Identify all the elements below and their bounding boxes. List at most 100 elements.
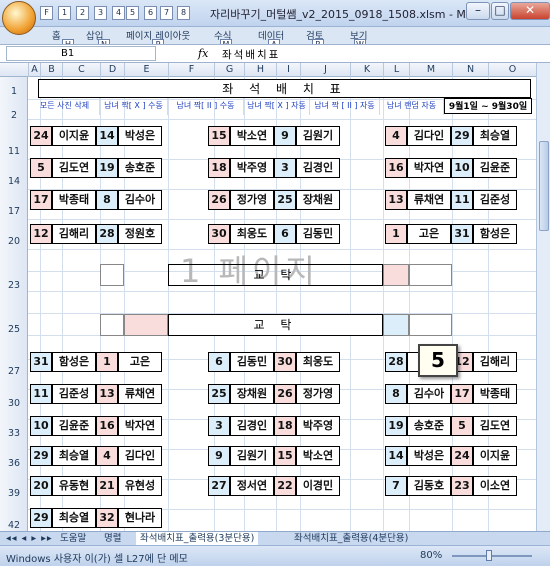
sheet-tab-help[interactable]: 도움말 bbox=[56, 532, 90, 546]
seat-number[interactable]: 11 bbox=[30, 384, 52, 404]
seat-number[interactable]: 13 bbox=[385, 190, 407, 210]
quick-access-key-1[interactable]: 1 bbox=[58, 6, 71, 20]
column-header[interactable]: M bbox=[409, 63, 452, 77]
student-name[interactable]: 정서연 bbox=[230, 476, 274, 496]
seat-number[interactable]: 5 bbox=[451, 416, 473, 436]
student-name[interactable]: 장채원 bbox=[296, 190, 340, 210]
student-name[interactable]: 김동민 bbox=[296, 224, 340, 244]
seat-number[interactable]: 18 bbox=[208, 158, 230, 178]
seat-number[interactable]: 9 bbox=[274, 126, 296, 146]
quick-access-key-3[interactable]: 3 bbox=[94, 6, 107, 20]
tab-home[interactable]: 홈 bbox=[52, 28, 61, 42]
student-name[interactable]: 고은 bbox=[407, 224, 451, 244]
sheet-tab-list[interactable]: 명렬 bbox=[100, 532, 125, 546]
student-name[interactable]: 이지윤 bbox=[473, 446, 517, 466]
seat-number[interactable]: 24 bbox=[451, 446, 473, 466]
column-header[interactable]: G bbox=[214, 63, 244, 77]
column-header[interactable]: O bbox=[488, 63, 536, 77]
seat-number[interactable]: 19 bbox=[96, 158, 118, 178]
row-header[interactable]: 20 bbox=[0, 236, 28, 247]
student-name[interactable]: 김준성 bbox=[52, 384, 96, 404]
student-name[interactable]: 김윤준 bbox=[473, 158, 517, 178]
student-name[interactable]: 김원기 bbox=[296, 126, 340, 146]
quick-access-key-8[interactable]: 8 bbox=[177, 6, 190, 20]
vertical-scrollbar[interactable] bbox=[536, 63, 550, 531]
sheet-tab-seat-3[interactable]: 좌석배치표_출력용(3분단용) bbox=[136, 532, 259, 546]
seat-number[interactable]: 15 bbox=[208, 126, 230, 146]
seat-number[interactable]: 6 bbox=[208, 352, 230, 372]
seat-number[interactable]: 32 bbox=[96, 508, 118, 528]
student-name[interactable]: 유현성 bbox=[118, 476, 162, 496]
seat-number[interactable]: 23 bbox=[451, 476, 473, 496]
student-name[interactable]: 김원기 bbox=[230, 446, 274, 466]
column-header[interactable]: N bbox=[452, 63, 488, 77]
seat-number[interactable]: 14 bbox=[385, 446, 407, 466]
student-name[interactable]: 김동호 bbox=[407, 476, 451, 496]
seat-number[interactable]: 21 bbox=[96, 476, 118, 496]
student-name[interactable]: 최승열 bbox=[473, 126, 517, 146]
student-name[interactable]: 최웅도 bbox=[296, 352, 340, 372]
close-button[interactable]: ✕ bbox=[510, 2, 550, 20]
quick-access-key-7[interactable]: 7 bbox=[160, 6, 173, 20]
seat-number[interactable]: 22 bbox=[274, 476, 296, 496]
student-name[interactable]: 이지윤 bbox=[52, 126, 96, 146]
student-name[interactable]: 김경인 bbox=[230, 416, 274, 436]
seat-number[interactable]: 17 bbox=[451, 384, 473, 404]
seat-number[interactable]: 5 bbox=[30, 158, 52, 178]
header-button[interactable]: 남녀 짝[ II ] 수동 bbox=[168, 98, 244, 115]
seat-number[interactable]: 16 bbox=[96, 416, 118, 436]
office-button[interactable] bbox=[2, 1, 36, 35]
student-name[interactable]: 장채원 bbox=[230, 384, 274, 404]
quick-access-key-4[interactable]: 4 bbox=[112, 6, 125, 20]
formula-input[interactable]: 좌석배치표 bbox=[222, 47, 280, 62]
seat-number[interactable]: 28 bbox=[385, 352, 407, 372]
seat-number[interactable]: 6 bbox=[274, 224, 296, 244]
seat-number[interactable]: 29 bbox=[451, 126, 473, 146]
row-header[interactable]: 42 bbox=[0, 520, 28, 531]
student-name[interactable]: 박주영 bbox=[296, 416, 340, 436]
student-name[interactable]: 김경인 bbox=[296, 158, 340, 178]
name-box[interactable]: B1 bbox=[6, 46, 156, 61]
seat-number[interactable]: 15 bbox=[274, 446, 296, 466]
quick-access-key-6[interactable]: 6 bbox=[144, 6, 157, 20]
student-name[interactable]: 박종태 bbox=[473, 384, 517, 404]
student-name[interactable]: 함성은 bbox=[52, 352, 96, 372]
student-name[interactable]: 박소연 bbox=[296, 446, 340, 466]
row-header[interactable]: 27 bbox=[0, 366, 28, 377]
student-name[interactable]: 김다인 bbox=[407, 126, 451, 146]
row-header[interactable]: 1 bbox=[0, 86, 28, 97]
student-name[interactable]: 정가영 bbox=[296, 384, 340, 404]
header-button[interactable]: 모든 사진 삭제 bbox=[30, 98, 100, 115]
student-name[interactable]: 정가영 bbox=[230, 190, 274, 210]
minimize-button[interactable]: – bbox=[466, 2, 490, 20]
seat-number[interactable]: 12 bbox=[30, 224, 52, 244]
column-header[interactable]: L bbox=[383, 63, 409, 77]
sheet-tab-seat-4[interactable]: 좌석배치표_출력용(4분단용) bbox=[290, 532, 412, 546]
seat-number[interactable]: 4 bbox=[385, 126, 407, 146]
student-name[interactable]: 박주영 bbox=[230, 158, 274, 178]
quick-access-key-2[interactable]: 2 bbox=[76, 6, 89, 20]
student-name[interactable]: 김도연 bbox=[52, 158, 96, 178]
sheet-nav-arrows[interactable]: ◂◂ ◂ ▸ ▸▸ bbox=[2, 532, 57, 546]
row-header[interactable]: 2 bbox=[0, 110, 28, 121]
student-name[interactable]: 류채연 bbox=[407, 190, 451, 210]
student-name[interactable]: 김윤준 bbox=[52, 416, 96, 436]
student-name[interactable]: 박자연 bbox=[407, 158, 451, 178]
column-header[interactable]: F bbox=[168, 63, 214, 77]
student-name[interactable]: 김다인 bbox=[118, 446, 162, 466]
seat-number[interactable]: 3 bbox=[208, 416, 230, 436]
maximize-button[interactable]: □ bbox=[491, 2, 509, 20]
student-name[interactable]: 최승열 bbox=[52, 508, 96, 528]
seat-number[interactable]: 31 bbox=[451, 224, 473, 244]
column-header[interactable]: C bbox=[62, 63, 100, 77]
header-button[interactable]: 남녀 랜덤 자동 bbox=[380, 98, 444, 115]
student-name[interactable]: 함성은 bbox=[473, 224, 517, 244]
seat-number[interactable]: 9 bbox=[208, 446, 230, 466]
column-header[interactable]: H bbox=[244, 63, 276, 77]
seat-number[interactable]: 7 bbox=[385, 476, 407, 496]
seat-number[interactable]: 28 bbox=[96, 224, 118, 244]
seat-number[interactable]: 16 bbox=[385, 158, 407, 178]
row-header[interactable]: 25 bbox=[0, 324, 28, 335]
column-header[interactable]: K bbox=[350, 63, 383, 77]
row-header[interactable]: 36 bbox=[0, 458, 28, 469]
